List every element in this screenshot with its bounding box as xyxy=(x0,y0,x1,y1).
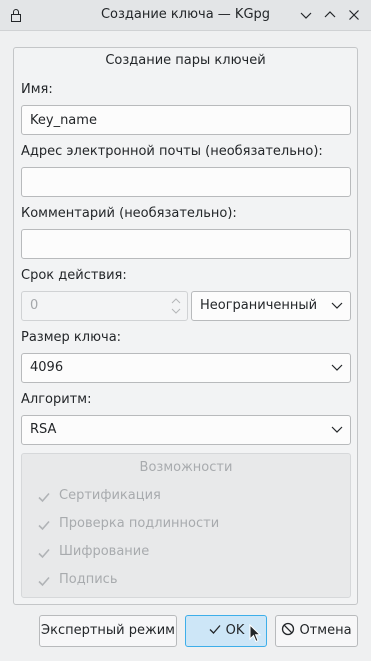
expiry-spinbox[interactable]: 0 xyxy=(21,291,188,321)
checkmark-icon xyxy=(38,520,50,531)
keysize-value: 4096 xyxy=(30,360,64,375)
spin-arrows-icon[interactable] xyxy=(169,295,183,317)
capability-label: Подпись xyxy=(59,572,118,587)
ok-label: OK xyxy=(225,623,245,638)
cancel-label: Отмена xyxy=(299,623,352,638)
title-bar: Создание ключа — KGpg xyxy=(0,0,371,31)
algorithm-label: Алгоритм: xyxy=(21,392,92,407)
expiry-unit-combo[interactable]: Неограниченный xyxy=(191,291,351,321)
algorithm-value: RSA xyxy=(30,422,57,437)
key-pair-group: Создание пары ключей Имя: Адрес электрон… xyxy=(13,47,358,605)
name-field[interactable] xyxy=(21,105,351,135)
chevron-up-icon[interactable] xyxy=(322,7,338,23)
cancel-button[interactable]: Отмена xyxy=(275,615,358,647)
expiry-value: 0 xyxy=(30,298,39,313)
keysize-combo[interactable]: 4096 xyxy=(21,353,351,383)
email-field[interactable] xyxy=(21,167,351,197)
checkmark-icon xyxy=(38,548,50,559)
algorithm-combo[interactable]: RSA xyxy=(21,415,351,445)
email-label: Адрес электронной почты (необязательно): xyxy=(21,144,323,159)
chevron-down-icon[interactable] xyxy=(298,7,314,23)
mouse-cursor-icon xyxy=(249,624,261,643)
expiry-label: Срок действия: xyxy=(21,268,127,283)
capabilities-title: Возможности xyxy=(139,460,233,475)
checkmark-icon xyxy=(209,625,221,634)
cancel-icon xyxy=(282,622,295,636)
chevron-down-icon xyxy=(331,302,343,309)
keysize-label: Размер ключа: xyxy=(21,330,122,345)
capability-label: Шифрование xyxy=(59,544,150,559)
checkmark-icon xyxy=(38,492,50,503)
expert-mode-label: Экспертный режим xyxy=(41,623,175,638)
checkmark-icon xyxy=(38,576,50,587)
capability-label: Сертификация xyxy=(59,488,161,503)
name-label: Имя: xyxy=(21,82,53,97)
dialog-content: Создание пары ключей Имя: Адрес электрон… xyxy=(0,31,371,661)
comment-field[interactable] xyxy=(21,229,351,259)
group-title: Создание пары ключей xyxy=(105,53,266,68)
expert-mode-button[interactable]: Экспертный режим xyxy=(39,615,177,647)
close-icon[interactable] xyxy=(346,7,362,23)
window-title: Создание ключа — KGpg xyxy=(100,7,271,22)
chevron-down-icon xyxy=(331,364,343,371)
capability-label: Проверка подлинности xyxy=(59,516,220,531)
comment-label: Комментарий (необязательно): xyxy=(21,206,237,221)
chevron-down-icon xyxy=(331,426,343,433)
capabilities-group: Возможности Сертификация Проверка подлин… xyxy=(21,453,351,598)
expiry-unit-value: Неограниченный xyxy=(200,298,318,313)
